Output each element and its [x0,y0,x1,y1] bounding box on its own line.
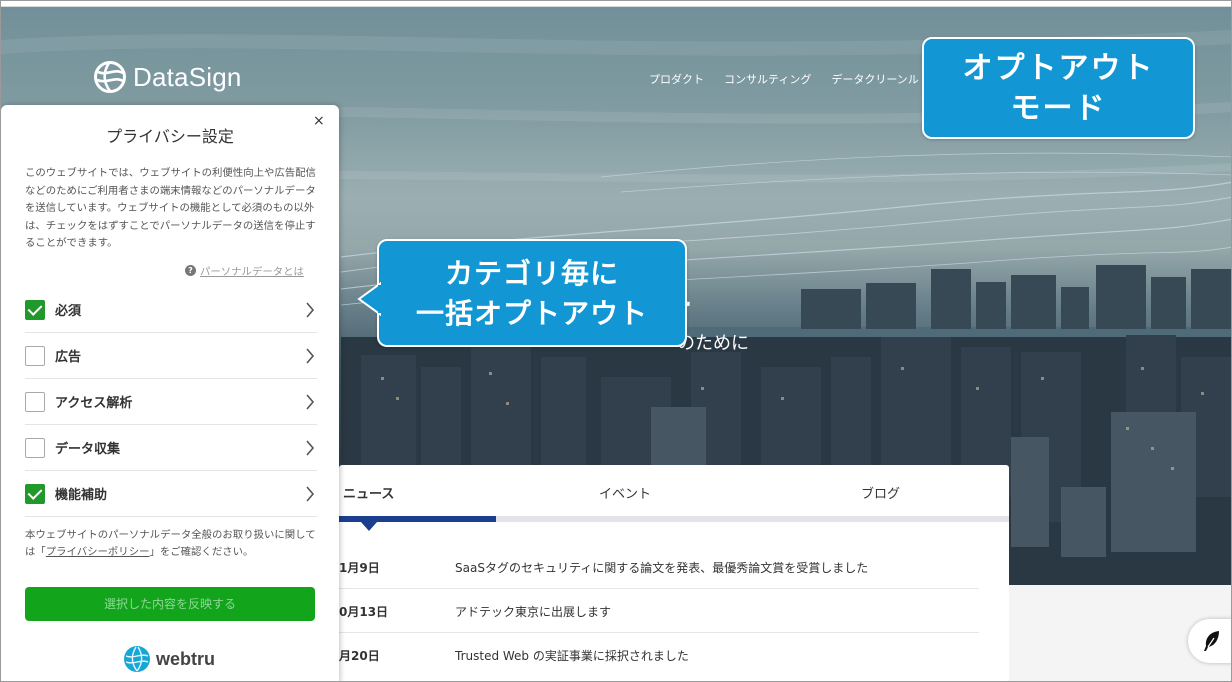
chevron-right-icon[interactable] [305,302,315,318]
callout-line: カテゴリ毎に [444,257,619,290]
callout-line: オプトアウト [962,51,1155,86]
page-frame: DataSign プロダクト コンサルティング データクリーンル ta のために… [0,0,1232,682]
category-label: データ収集 [55,442,121,457]
category-row-functional[interactable]: 機能補助 [25,471,317,517]
apply-selection-button[interactable]: 選択した内容を反映する [25,587,315,621]
personal-data-info-link[interactable]: ? パーソナルデータとは [185,263,304,278]
category-label: 必須 [55,304,82,319]
panel-title: プライバシー設定 [106,127,234,146]
category-checkbox[interactable] [25,345,45,366]
privacy-policy-link[interactable]: プライバシーポリシー [46,546,150,558]
datasign-logo[interactable]: DataSign [93,60,242,94]
callout-arrow [357,281,381,317]
webtru-logo-icon [124,646,150,672]
news-item[interactable]: 0月13日 アドテック東京に出展します [339,589,979,633]
feather-button[interactable] [1188,619,1231,663]
news-tabs: ニュース イベント ブログ [339,465,1009,517]
hero-subtitle: のために [677,333,749,354]
chevron-right-icon[interactable] [305,486,315,502]
privacy-settings-panel: プライバシー設定 × このウェブサイトでは、ウェブサイトの利便性向上や広告配信な… [1,105,339,681]
privacy-policy-note: 本ウェブサイトのパーソナルデータ全般のお取り扱いに関しては「プライバシーポリシー… [25,527,317,561]
news-title[interactable]: SaaSタグのセキュリティに関する論文を発表、最優秀論文賞を受賞しました [455,559,868,576]
callout-line: 一括オプトアウト [415,297,648,330]
category-checkbox[interactable] [25,437,45,458]
webtru-text: webtru [156,648,216,669]
nav-item-data-cleanroom[interactable]: データクリーンル [831,71,918,87]
category-row-data-collection[interactable]: データ収集 [25,425,317,471]
category-row-ads[interactable]: 広告 [25,333,317,379]
category-label: アクセス解析 [55,396,133,411]
nav-item-consulting[interactable]: コンサルティング [724,71,811,87]
tab-active-pointer [361,522,377,531]
optout-mode-callout: オプトアウト モード [922,37,1195,139]
news-title[interactable]: アドテック東京に出展します [455,603,611,620]
news-item[interactable]: 月20日 Trusted Web の実証事業に採択されました [339,633,979,677]
category-checkbox[interactable] [25,299,45,320]
category-list: 必須 広告 アクセス解析 データ収集 機能補助 [25,287,317,517]
webtru-logo: webtru [123,645,215,673]
browser-top-edge [1,1,1231,7]
tab-blog[interactable]: ブログ [861,483,900,502]
category-row-required[interactable]: 必須 [25,287,317,333]
logo-text: DataSign [133,61,242,92]
news-item[interactable]: 1月9日 SaaSタグのセキュリティに関する論文を発表、最優秀論文賞を受賞しまし… [339,545,979,589]
close-icon[interactable]: × [313,113,325,129]
question-circle-icon: ? [185,265,196,276]
callout-line: モード [1010,91,1107,126]
category-optout-callout: カテゴリ毎に 一括オプトアウト [377,239,687,347]
feather-icon [1204,631,1219,651]
category-label: 広告 [55,350,82,365]
category-row-analytics[interactable]: アクセス解析 [25,379,317,425]
panel-description: このウェブサイトでは、ウェブサイトの利便性向上や広告配信などのためにご利用者さま… [25,167,316,249]
category-checkbox[interactable] [25,483,45,504]
tab-event[interactable]: イベント [599,483,651,502]
news-date: 0月13日 [339,605,389,619]
news-card: ニュース イベント ブログ 1月9日 SaaSタグのセキュリティに関する論文を発… [339,465,1009,681]
tab-news[interactable]: ニュース [343,483,394,502]
news-date: 月20日 [339,649,380,663]
category-checkbox[interactable] [25,391,45,412]
globe-icon [94,61,126,93]
chevron-right-icon[interactable] [305,348,315,364]
news-list: 1月9日 SaaSタグのセキュリティに関する論文を発表、最優秀論文賞を受賞しまし… [339,545,979,677]
main-nav: プロダクト コンサルティング データクリーンル [649,71,919,87]
info-link-text[interactable]: パーソナルデータとは [200,263,304,278]
category-label: 機能補助 [55,488,108,503]
news-title[interactable]: Trusted Web の実証事業に採択されました [455,647,689,664]
nav-item-product[interactable]: プロダクト [649,71,704,87]
chevron-right-icon[interactable] [305,440,315,456]
note-text-after: 」をご確認ください。 [149,546,254,558]
chevron-right-icon[interactable] [305,394,315,410]
news-date: 1月9日 [339,561,380,575]
